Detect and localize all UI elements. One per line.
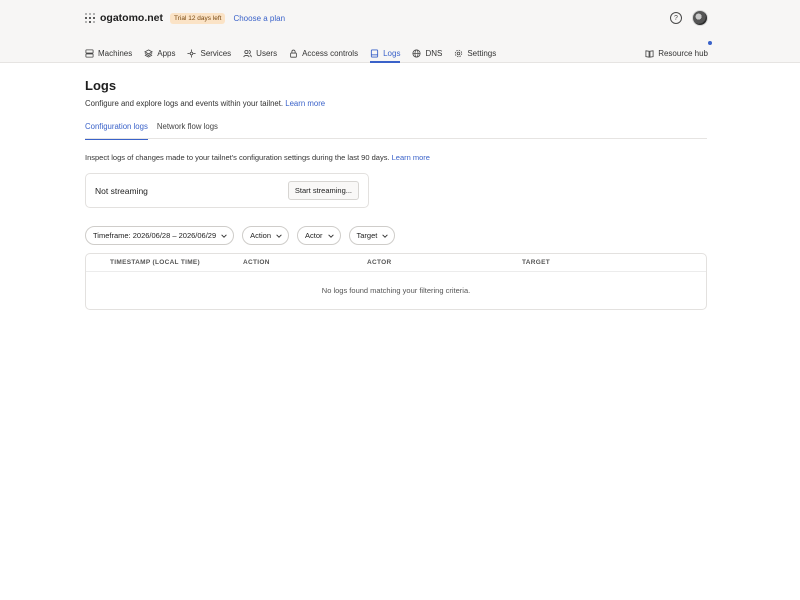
- inspect-text: Inspect logs of changes made to your tai…: [85, 153, 390, 162]
- nav-item-settings[interactable]: Settings: [454, 36, 496, 63]
- nav-item-logs[interactable]: Logs: [370, 36, 401, 63]
- chevron-down-icon: [327, 233, 334, 238]
- timeframe-filter[interactable]: Timeframe: 2026/06/28 – 2026/06/29: [85, 226, 235, 245]
- lock-icon: [290, 49, 297, 58]
- help-icon[interactable]: ?: [670, 12, 682, 24]
- nav-item-dns[interactable]: DNS: [412, 36, 442, 63]
- top-bar: ogatomo.net Trial 12 days left Choose a …: [0, 0, 800, 63]
- main-content: Logs Configure and explore logs and even…: [85, 63, 707, 310]
- column-header-action[interactable]: ACTION: [243, 259, 367, 266]
- nav-label: Settings: [467, 49, 497, 58]
- logs-table: TIMESTAMP (LOCAL TIME) ACTION ACTOR TARG…: [85, 253, 707, 310]
- tab-network-flow-logs[interactable]: Network flow logs: [157, 122, 218, 139]
- book-icon: [645, 50, 654, 58]
- nav-item-access-controls[interactable]: Access controls: [289, 36, 358, 63]
- column-header-timestamp[interactable]: TIMESTAMP (LOCAL TIME): [86, 259, 243, 266]
- streaming-panel: Not streaming Start streaming...: [85, 173, 369, 208]
- trial-badge: Trial 12 days left: [170, 12, 226, 24]
- actor-filter-label: Actor: [305, 231, 323, 240]
- tailscale-logo-icon[interactable]: [85, 13, 95, 23]
- logs-icon: [370, 49, 379, 58]
- page-title: Logs: [85, 78, 117, 93]
- server-icon: [85, 49, 94, 58]
- timeframe-filter-label: Timeframe: 2026/06/28 – 2026/06/29: [93, 231, 217, 240]
- users-icon: [243, 49, 252, 58]
- nav-item-users[interactable]: Users: [243, 36, 277, 63]
- action-filter-label: Action: [250, 231, 271, 240]
- target-filter-label: Target: [356, 231, 378, 240]
- log-tabs: Configuration logs Network flow logs: [85, 122, 707, 140]
- resource-hub-button[interactable]: Resource hub: [645, 36, 712, 63]
- chevron-down-icon: [221, 233, 227, 238]
- nav-label: DNS: [425, 49, 443, 58]
- choose-plan-link[interactable]: Choose a plan: [233, 14, 285, 23]
- nav-label: Users: [256, 49, 278, 58]
- services-icon: [187, 49, 197, 58]
- start-streaming-button[interactable]: Start streaming...: [287, 181, 359, 200]
- gear-icon: [455, 49, 463, 58]
- learn-more-link[interactable]: Learn more: [285, 99, 325, 108]
- table-header: TIMESTAMP (LOCAL TIME) ACTION ACTOR TARG…: [86, 254, 706, 272]
- notification-dot: [708, 41, 712, 45]
- apps-icon: [144, 49, 154, 58]
- chevron-down-icon: [382, 233, 389, 238]
- resource-hub-label: Resource hub: [658, 49, 708, 58]
- inspect-learn-more-link[interactable]: Learn more: [392, 153, 430, 162]
- filter-bar: Timeframe: 2026/06/28 – 2026/06/29 Actio…: [85, 226, 707, 245]
- nav-label: Services: [200, 49, 232, 58]
- nav-label: Access controls: [302, 49, 359, 58]
- nav-label: Machines: [98, 49, 133, 58]
- brand-row: ogatomo.net Trial 12 days left Choose a …: [85, 10, 708, 26]
- nav-item-apps[interactable]: Apps: [144, 36, 175, 63]
- avatar[interactable]: [692, 10, 708, 26]
- tailnet-name[interactable]: ogatomo.net: [100, 12, 163, 24]
- chevron-down-icon: [276, 233, 282, 238]
- nav-label: Logs: [383, 49, 401, 58]
- header-right-icons: ?: [670, 10, 708, 26]
- stream-status: Not streaming: [95, 185, 148, 196]
- column-header-actor[interactable]: ACTOR: [367, 259, 522, 266]
- globe-icon: [412, 49, 421, 58]
- nav-item-services[interactable]: Services: [187, 36, 231, 63]
- page-description: Configure and explore logs and events wi…: [85, 99, 707, 108]
- column-header-target[interactable]: TARGET: [522, 259, 550, 266]
- empty-state-message: No logs found matching your filtering cr…: [321, 286, 471, 295]
- inspect-description: Inspect logs of changes made to your tai…: [85, 153, 707, 162]
- nav-item-machines[interactable]: Machines: [85, 36, 132, 63]
- nav-label: Apps: [157, 49, 176, 58]
- main-nav: Machines Apps Services Users Access cont…: [85, 36, 712, 63]
- action-filter[interactable]: Action: [242, 226, 289, 245]
- actor-filter[interactable]: Actor: [297, 226, 341, 245]
- page-description-text: Configure and explore logs and events wi…: [85, 99, 284, 108]
- target-filter[interactable]: Target: [348, 226, 396, 245]
- tab-configuration-logs[interactable]: Configuration logs: [85, 122, 148, 140]
